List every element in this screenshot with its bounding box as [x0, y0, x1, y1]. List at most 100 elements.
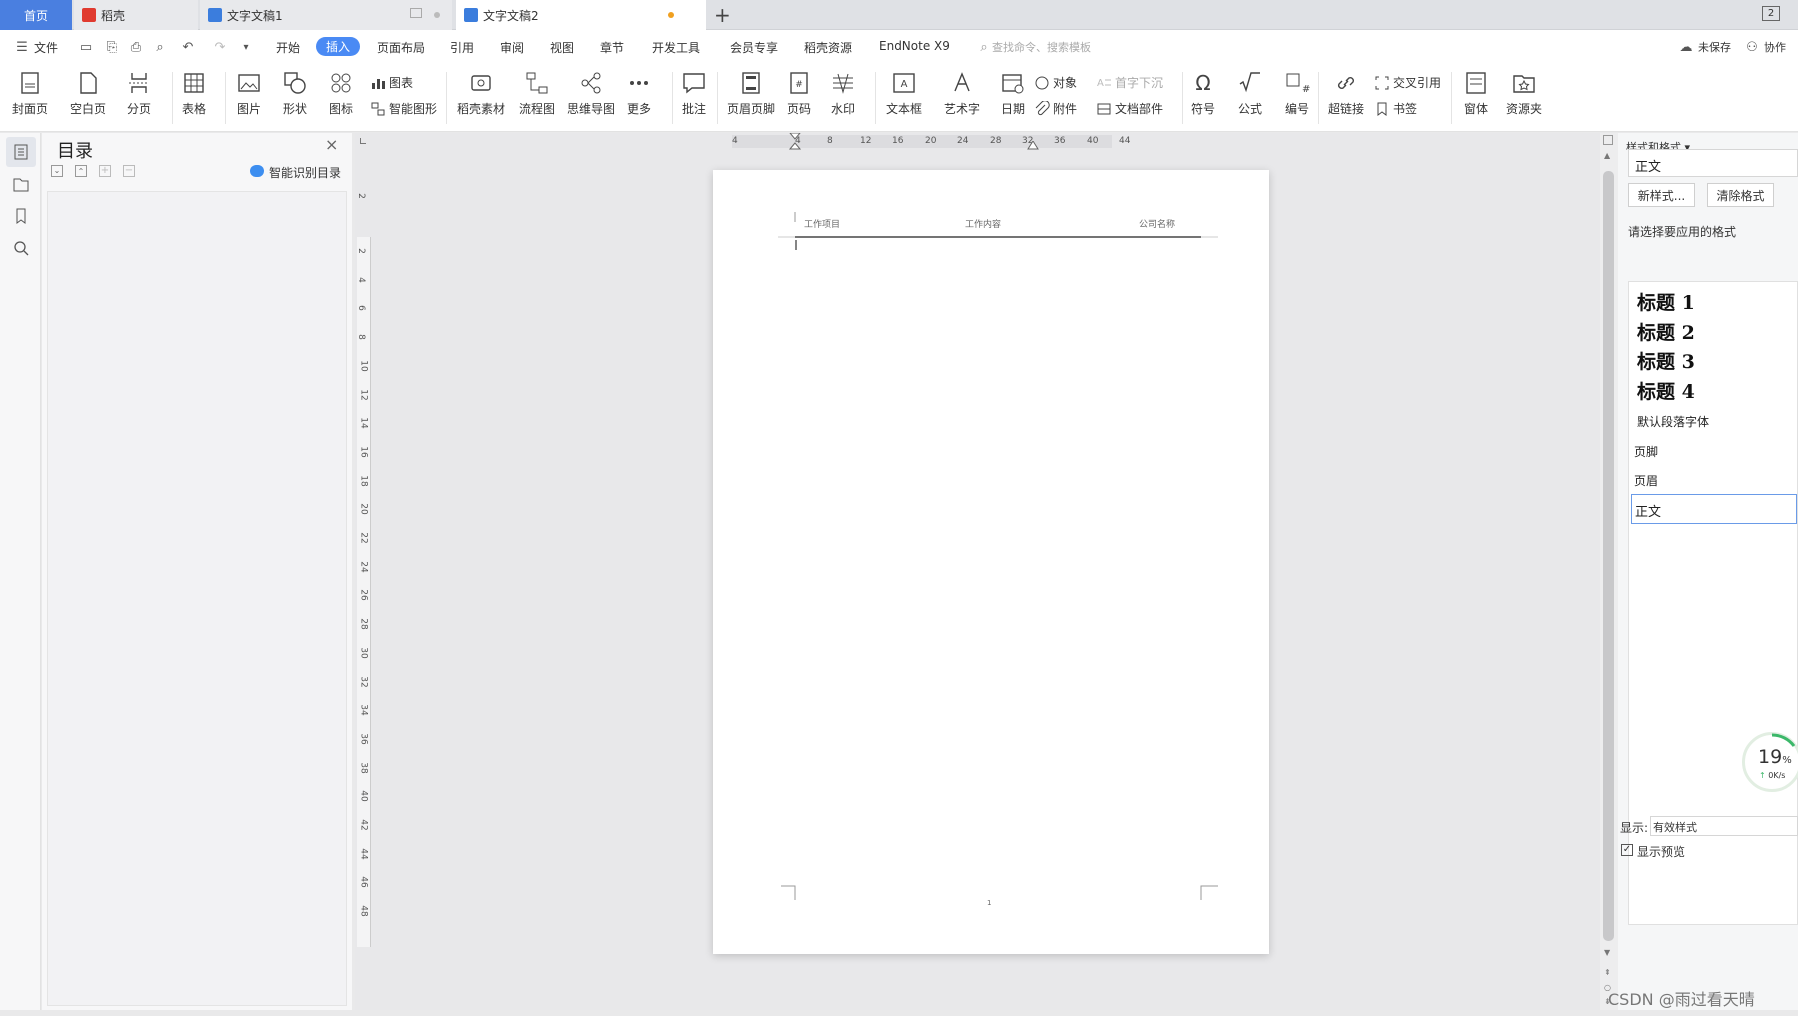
- header-footer-button[interactable]: 页眉页脚: [727, 70, 775, 117]
- style-item-normal-selected[interactable]: 正文: [1631, 494, 1797, 524]
- smart-toc-button[interactable]: 智能识别目录: [269, 164, 341, 181]
- print-icon[interactable]: ⎙: [128, 40, 144, 56]
- scroll-down-icon[interactable]: ▼: [1604, 948, 1610, 957]
- split-view-icon[interactable]: [1603, 135, 1613, 145]
- clear-format-button[interactable]: 清除格式: [1707, 183, 1774, 207]
- export-pdf-icon[interactable]: ⎘: [104, 40, 120, 56]
- formula-button[interactable]: 公式: [1237, 70, 1263, 117]
- tab-daoke[interactable]: 稻壳: [74, 0, 198, 30]
- object-button[interactable]: 对象: [1034, 74, 1077, 91]
- page-break-button[interactable]: 分页: [126, 70, 152, 117]
- prev-page-icon[interactable]: ⇞: [1604, 968, 1611, 977]
- preview-checkbox[interactable]: ✓: [1621, 844, 1633, 856]
- close-icon[interactable]: ×: [325, 135, 338, 154]
- command-search-input[interactable]: 查找命令、搜索模板: [992, 39, 1091, 55]
- icon-button[interactable]: 图标: [328, 70, 354, 117]
- more-button[interactable]: 更多: [626, 70, 652, 117]
- document-area[interactable]: 4 4 8 12 16 20 24 28 32 36 40 44 2 2 4 6 8 10 12 14 16 18 20 2…: [355, 133, 1600, 1010]
- document-page[interactable]: 工作项目 工作内容 公司名称 1: [713, 170, 1269, 954]
- mindmap-button[interactable]: 思维导图: [567, 70, 615, 117]
- toc-list[interactable]: [47, 191, 347, 1006]
- style-item-heading1[interactable]: 标题 1: [1637, 288, 1695, 315]
- network-speed-widget[interactable]: 19% ↑ 0K/s: [1742, 732, 1798, 792]
- tab-close-dot-icon[interactable]: [434, 12, 440, 18]
- table-button[interactable]: 表格: [181, 70, 207, 117]
- menu-start[interactable]: 开始: [276, 39, 300, 56]
- show-select[interactable]: 有效样式: [1650, 816, 1798, 836]
- date-button[interactable]: 日期: [1000, 70, 1026, 117]
- menu-endnote[interactable]: EndNote X9: [879, 39, 950, 53]
- remove-level-icon[interactable]: −: [123, 165, 135, 177]
- window-count-button[interactable]: 2: [1762, 6, 1780, 21]
- bookmark-nav-icon[interactable]: [12, 207, 30, 225]
- menu-review[interactable]: 审阅: [500, 39, 524, 56]
- redo-icon[interactable]: ↷: [212, 40, 228, 56]
- header-right-text[interactable]: 公司名称: [1139, 217, 1175, 230]
- attachment-button[interactable]: 附件: [1034, 100, 1077, 117]
- cover-page-button[interactable]: 封面页: [12, 70, 48, 117]
- hamburger-menu-icon[interactable]: ☰: [14, 40, 30, 56]
- expand-down-icon[interactable]: ⌄: [51, 165, 63, 177]
- dropcap-button[interactable]: A 首字下沉: [1096, 74, 1163, 91]
- toc-panel-icon[interactable]: [12, 143, 30, 161]
- cross-ref-button[interactable]: 交叉引用: [1374, 74, 1441, 91]
- right-indent-marker-icon[interactable]: [1027, 141, 1039, 151]
- daoke-material-button[interactable]: 稻壳素材: [457, 70, 505, 117]
- current-style-field[interactable]: 正文: [1628, 149, 1798, 177]
- page-number-button[interactable]: # 页码: [786, 70, 812, 117]
- menu-insert[interactable]: 插入: [316, 37, 361, 56]
- header-left-text[interactable]: 工作项目: [804, 217, 840, 230]
- style-item-heading4[interactable]: 标题 4: [1637, 377, 1695, 404]
- style-item-footer[interactable]: 页脚: [1634, 443, 1658, 460]
- resource-folder-button[interactable]: 资源夹: [1506, 70, 1542, 117]
- style-item-heading3[interactable]: 标题 3: [1637, 347, 1695, 374]
- unsaved-dot-icon[interactable]: [668, 12, 674, 18]
- tab-home[interactable]: 首页: [0, 0, 72, 30]
- smartart-button[interactable]: 智能图形: [370, 100, 437, 117]
- hyperlink-button[interactable]: 超链接: [1328, 70, 1364, 117]
- indent-marker-icon[interactable]: [789, 133, 801, 151]
- save-icon[interactable]: ▭: [78, 40, 94, 56]
- menu-page-layout[interactable]: 页面布局: [377, 39, 425, 56]
- collapse-up-icon[interactable]: ⌃: [75, 165, 87, 177]
- textbox-button[interactable]: A 文本框: [886, 70, 922, 117]
- menu-chapter[interactable]: 章节: [600, 39, 624, 56]
- style-item-default-font[interactable]: 默认段落字体: [1637, 413, 1709, 430]
- flowchart-button[interactable]: 流程图: [519, 70, 555, 117]
- watermark-button[interactable]: 水印: [830, 70, 856, 117]
- wordart-button[interactable]: 艺术字: [944, 70, 980, 117]
- add-level-icon[interactable]: +: [99, 165, 111, 177]
- customize-toolbar-icon[interactable]: ▾: [238, 40, 254, 56]
- menu-file[interactable]: 文件: [34, 39, 58, 56]
- picture-button[interactable]: 图片: [236, 70, 262, 117]
- collab-button[interactable]: 协作: [1764, 39, 1786, 55]
- scroll-up-icon[interactable]: ▲: [1604, 151, 1613, 165]
- unsaved-status[interactable]: 未保存: [1698, 39, 1731, 55]
- comment-button[interactable]: 批注: [681, 70, 707, 117]
- find-icon[interactable]: [12, 239, 30, 257]
- undo-icon[interactable]: ↶: [180, 40, 196, 56]
- tab-doc1[interactable]: 文字文稿1: [200, 0, 452, 30]
- menu-view[interactable]: 视图: [550, 39, 574, 56]
- symbol-button[interactable]: Ω 符号: [1190, 70, 1216, 117]
- numbering-button[interactable]: # 编号: [1284, 70, 1310, 117]
- menu-developer[interactable]: 开发工具: [652, 39, 700, 56]
- new-style-button[interactable]: 新样式...: [1628, 183, 1695, 207]
- horizontal-ruler[interactable]: 4 4 8 12 16 20 24 28 32 36 40 44: [355, 133, 1600, 151]
- menu-member[interactable]: 会员专享: [730, 39, 778, 56]
- scroll-thumb[interactable]: [1603, 171, 1614, 941]
- blank-page-button[interactable]: 空白页: [70, 70, 106, 117]
- footer-page-number[interactable]: 1: [987, 899, 991, 907]
- menu-reference[interactable]: 引用: [450, 39, 474, 56]
- tab-selector-icon[interactable]: [360, 138, 366, 144]
- doc-parts-button[interactable]: 文档部件: [1096, 100, 1163, 117]
- style-item-heading2[interactable]: 标题 2: [1637, 318, 1695, 345]
- menu-daoke-resource[interactable]: 稻壳资源: [804, 39, 852, 56]
- bookmark-button[interactable]: 书签: [1374, 100, 1417, 117]
- tab-doc2[interactable]: 文字文稿2: [456, 0, 706, 30]
- vertical-ruler[interactable]: 2 2 4 6 8 10 12 14 16 18 20 22 24 26 28 30 32 34 36 38 40 42 4…: [355, 151, 373, 1010]
- vertical-scrollbar[interactable]: ▲ ▼ ⇞ ○ ⇟: [1600, 133, 1618, 1010]
- shape-button[interactable]: 形状: [282, 70, 308, 117]
- new-tab-button[interactable]: +: [714, 3, 731, 27]
- window-form-button[interactable]: 窗体: [1463, 70, 1489, 117]
